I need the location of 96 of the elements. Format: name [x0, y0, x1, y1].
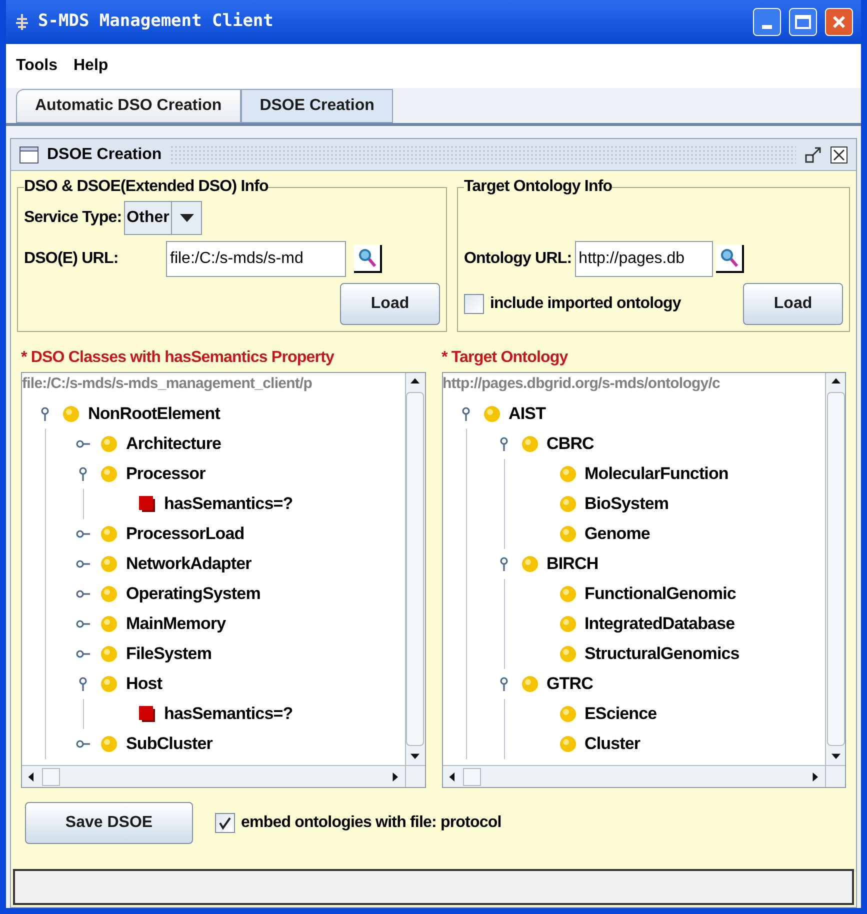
menu-item[interactable]: Help — [73, 54, 108, 78]
close-button[interactable] — [825, 8, 853, 36]
class-ball-icon — [100, 675, 118, 693]
tree-node-label[interactable]: StructuralGenomics — [584, 641, 740, 667]
tree-node-label[interactable]: IntegratedDatabase — [584, 611, 735, 637]
class-ball-icon — [100, 525, 118, 543]
tree-node-label[interactable]: BioSystem — [584, 491, 669, 517]
field-label: Service Type: — [24, 208, 122, 228]
checkbox[interactable] — [464, 294, 484, 314]
tree-node-label[interactable]: hasSemantics=? — [164, 491, 293, 517]
tree-node-label[interactable]: EScience — [584, 701, 657, 727]
scroll-thumb[interactable] — [462, 768, 480, 786]
vertical-scrollbar[interactable] — [825, 373, 845, 765]
browse-button[interactable] — [716, 245, 744, 273]
check-icon — [218, 816, 232, 830]
field-label: Ontology URL: — [464, 249, 572, 269]
scroll-thumb[interactable] — [826, 392, 844, 746]
tree-node-label[interactable]: Architecture — [126, 431, 222, 457]
minimize-button[interactable] — [753, 8, 781, 36]
tree-node-label[interactable]: AIST — [508, 401, 546, 427]
ontology-path: file:/C:/s-mds/s-mds_management_client/p — [22, 374, 314, 394]
tree-node-label[interactable]: Host — [126, 671, 162, 697]
tree-node-label[interactable]: GTRC — [546, 671, 593, 697]
tree-node-label[interactable]: NonRootElement — [88, 401, 220, 427]
close-icon — [832, 15, 846, 29]
class-ball-icon — [558, 615, 576, 633]
frame-window-icon — [19, 146, 39, 164]
class-ball-icon — [558, 645, 576, 663]
class-ball-icon — [558, 585, 576, 603]
tree-node-label[interactable]: ProcessorLoad — [126, 521, 244, 547]
class-ball-icon — [100, 735, 118, 753]
magnifier-icon — [356, 247, 378, 269]
tree-node-label[interactable]: Genome — [584, 521, 650, 547]
class-ball-icon — [100, 555, 118, 573]
tree-node-label[interactable]: NetworkAdapter — [126, 551, 252, 577]
group-title: Target Ontology Info — [464, 177, 612, 197]
property-square-icon — [138, 495, 156, 513]
app-icon — [14, 13, 30, 31]
class-ball-icon — [558, 525, 576, 543]
class-ball-icon — [520, 555, 538, 573]
field-label: DSO(E) URL: — [24, 249, 120, 269]
class-ball-icon — [558, 705, 576, 723]
minimize-icon — [762, 25, 772, 29]
close-icon[interactable] — [830, 146, 848, 164]
class-ball-icon — [558, 495, 576, 513]
class-ball-icon — [558, 465, 576, 483]
section-title: * DSO Classes with hasSemantics Property — [21, 348, 336, 368]
restore-icon[interactable] — [804, 146, 822, 164]
tree-node-label[interactable]: FunctionalGenomic — [584, 581, 736, 607]
tree-node-label[interactable]: Processor — [126, 461, 206, 487]
service-type-dropdown[interactable]: Other — [124, 201, 202, 235]
maximize-icon — [795, 15, 811, 29]
class-ball-icon — [520, 675, 538, 693]
maximize-button[interactable] — [789, 8, 817, 36]
window-title: S-MDS Management Client — [38, 10, 274, 34]
class-ball-icon — [558, 735, 576, 753]
checkbox-label[interactable]: include imported ontology — [490, 292, 681, 316]
frame-title: DSOE Creation — [47, 144, 162, 164]
tree-node-label[interactable]: SubCluster — [126, 731, 212, 757]
class-ball-icon — [100, 615, 118, 633]
tree-node-label[interactable]: MainMemory — [126, 611, 226, 637]
tree-node-label[interactable]: Cluster — [584, 731, 640, 757]
class-ball-icon — [520, 435, 538, 453]
menu-item[interactable]: Tools — [16, 54, 58, 78]
tree-node-label[interactable]: OperatingSystem — [126, 581, 260, 607]
property-square-icon — [138, 705, 156, 723]
url-field[interactable]: http://pages.db — [574, 241, 713, 277]
checkbox-label[interactable]: embed ontologies with file: protocol — [241, 811, 502, 835]
class-ball-icon — [100, 465, 118, 483]
class-ball-icon — [100, 585, 118, 603]
tree-node-label[interactable]: FileSystem — [126, 641, 212, 667]
scroll-thumb[interactable] — [42, 768, 60, 786]
load-button[interactable]: Load — [340, 283, 440, 325]
horizontal-scrollbar[interactable] — [22, 766, 404, 787]
class-ball-icon — [100, 645, 118, 663]
dropdown-arrow-icon — [180, 214, 194, 222]
section-title: * Target Ontology — [442, 348, 569, 368]
group-title: DSO & DSOE(Extended DSO) Info — [24, 177, 268, 197]
save-button[interactable]: Save DSOE — [25, 802, 193, 844]
scroll-thumb[interactable] — [406, 392, 424, 746]
tree-node-label[interactable]: CBRC — [546, 431, 594, 457]
checkbox[interactable] — [215, 813, 235, 833]
tab[interactable]: DSOE Creation — [240, 89, 394, 123]
tab[interactable]: Automatic DSO Creation — [16, 89, 241, 123]
class-ball-icon — [100, 435, 118, 453]
ontology-path: http://pages.dbgrid.org/s-mds/ontology/c — [442, 374, 721, 394]
tree-node-label[interactable]: hasSemantics=? — [164, 701, 293, 727]
horizontal-scrollbar[interactable] — [442, 766, 825, 787]
tree-node-label[interactable]: BIRCH — [546, 551, 598, 577]
load-button[interactable]: Load — [743, 283, 843, 325]
tree-node-label[interactable]: MolecularFunction — [584, 461, 728, 487]
url-field[interactable]: file:/C:/s-mds/s-md — [166, 241, 346, 277]
browse-button[interactable] — [354, 245, 382, 273]
class-ball-icon — [482, 405, 500, 423]
class-ball-icon — [62, 405, 80, 423]
vertical-scrollbar[interactable] — [404, 373, 424, 765]
